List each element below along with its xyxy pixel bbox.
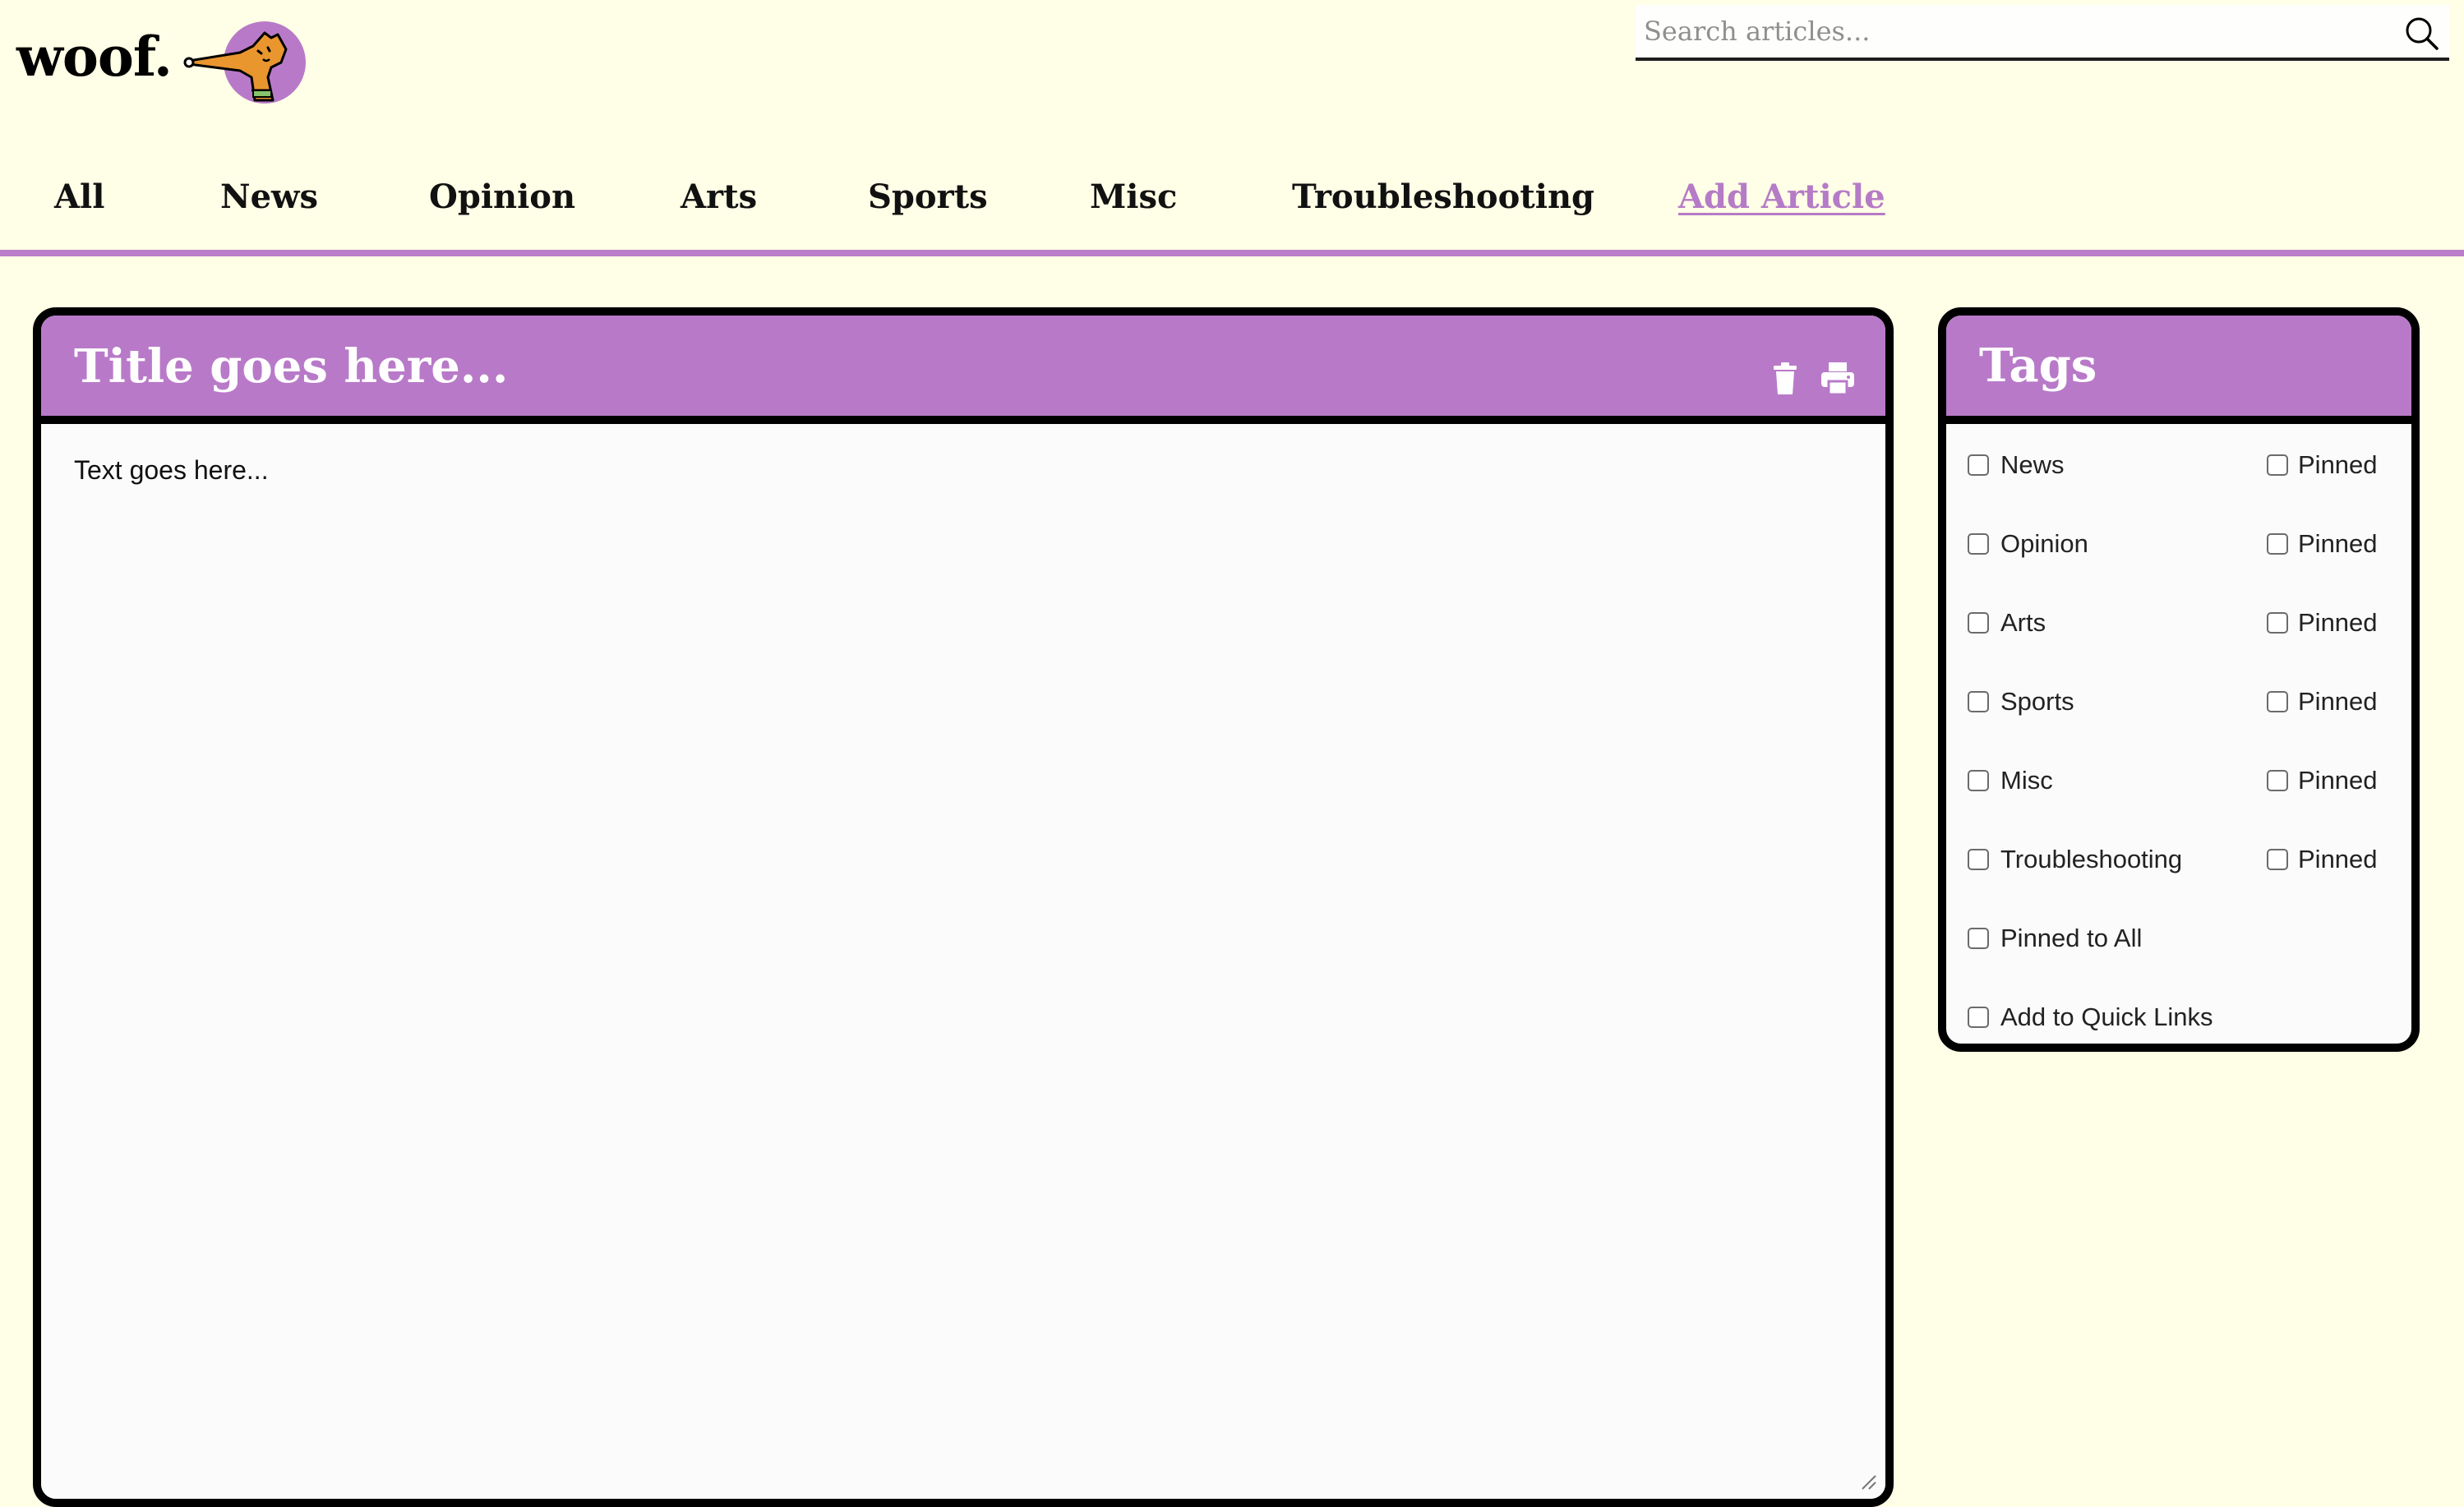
- quick-links-checkbox[interactable]: [1968, 1007, 1989, 1028]
- tag-misc-pinned-checkbox[interactable]: [2267, 770, 2288, 791]
- trash-icon: [1774, 362, 1797, 394]
- dog-logo-icon[interactable]: [182, 20, 309, 108]
- pinned-to-all-checkbox[interactable]: [1968, 928, 1989, 949]
- tag-misc-pinned-label[interactable]: Pinned: [2298, 756, 2378, 805]
- search-icon: [2406, 17, 2439, 50]
- delete-button[interactable]: [1767, 360, 1803, 396]
- tag-row-misc: Misc Pinned: [1946, 756, 2411, 805]
- tag-row-news: News Pinned: [1946, 440, 2411, 490]
- tag-row-sports: Sports Pinned: [1946, 677, 2411, 726]
- search-button[interactable]: [2375, 5, 2449, 58]
- tag-sports-checkbox[interactable]: [1968, 691, 1989, 712]
- search-bar: [1636, 5, 2449, 61]
- search-input[interactable]: [1636, 5, 2375, 58]
- nav-all[interactable]: All: [54, 164, 104, 230]
- resize-handle-icon[interactable]: [1859, 1472, 1877, 1491]
- tags-panel: Tags News Pinned Opinion Pinned Arts Pin…: [1938, 307, 2420, 1052]
- tag-row-quick-links: Add to Quick Links: [1946, 993, 2411, 1042]
- tag-arts-pinned-label[interactable]: Pinned: [2298, 598, 2378, 648]
- tag-opinion-pinned-checkbox[interactable]: [2267, 533, 2288, 555]
- article-body-textarea[interactable]: [41, 424, 1885, 1499]
- pinned-to-all-label[interactable]: Pinned to All: [2000, 914, 2142, 963]
- tag-troubleshooting-pinned-checkbox[interactable]: [2267, 849, 2288, 870]
- article-editor: [33, 307, 1894, 1507]
- printer-icon: [1821, 362, 1854, 396]
- nav-arts[interactable]: Arts: [681, 164, 757, 230]
- tag-arts-pinned-checkbox[interactable]: [2267, 612, 2288, 634]
- tag-troubleshooting-checkbox[interactable]: [1968, 849, 1989, 870]
- tag-row-pinned-to-all: Pinned to All: [1946, 914, 2411, 963]
- tag-opinion-pinned-label[interactable]: Pinned: [2298, 519, 2378, 569]
- nav-sports[interactable]: Sports: [868, 164, 988, 230]
- nav-troubleshooting[interactable]: Troubleshooting: [1292, 164, 1594, 230]
- site-logo-text[interactable]: woof.: [16, 21, 173, 92]
- nav-news[interactable]: News: [220, 164, 318, 230]
- tag-opinion-checkbox[interactable]: [1968, 533, 1989, 555]
- tags-title: Tags: [1979, 339, 2097, 393]
- tag-arts-label[interactable]: Arts: [2000, 598, 2046, 648]
- tag-news-label[interactable]: News: [2000, 440, 2065, 490]
- print-button[interactable]: [1820, 360, 1856, 396]
- tag-sports-pinned-label[interactable]: Pinned: [2298, 677, 2378, 726]
- nav-opinion[interactable]: Opinion: [429, 164, 575, 230]
- category-nav: All News Opinion Arts Sports Misc Troubl…: [0, 164, 2464, 230]
- tag-news-pinned-checkbox[interactable]: [2267, 454, 2288, 476]
- editor-header: [41, 316, 1885, 424]
- tag-misc-checkbox[interactable]: [1968, 770, 1989, 791]
- tag-news-checkbox[interactable]: [1968, 454, 1989, 476]
- nav-divider: [0, 250, 2464, 256]
- title-input[interactable]: [74, 337, 1636, 396]
- tag-opinion-label[interactable]: Opinion: [2000, 519, 2088, 569]
- nav-misc[interactable]: Misc: [1090, 164, 1177, 230]
- tag-row-troubleshooting: Troubleshooting Pinned: [1946, 835, 2411, 884]
- tag-troubleshooting-label[interactable]: Troubleshooting: [2000, 835, 2182, 884]
- quick-links-label[interactable]: Add to Quick Links: [2000, 993, 2213, 1042]
- tag-troubleshooting-pinned-label[interactable]: Pinned: [2298, 835, 2378, 884]
- tag-row-opinion: Opinion Pinned: [1946, 519, 2411, 569]
- nav-add-article[interactable]: Add Article: [1678, 164, 1885, 230]
- tag-news-pinned-label[interactable]: Pinned: [2298, 440, 2378, 490]
- tag-sports-pinned-checkbox[interactable]: [2267, 691, 2288, 712]
- tag-misc-label[interactable]: Misc: [2000, 756, 2053, 805]
- tag-arts-checkbox[interactable]: [1968, 612, 1989, 634]
- tag-row-arts: Arts Pinned: [1946, 598, 2411, 648]
- tags-header: Tags: [1946, 316, 2411, 424]
- tag-sports-label[interactable]: Sports: [2000, 677, 2074, 726]
